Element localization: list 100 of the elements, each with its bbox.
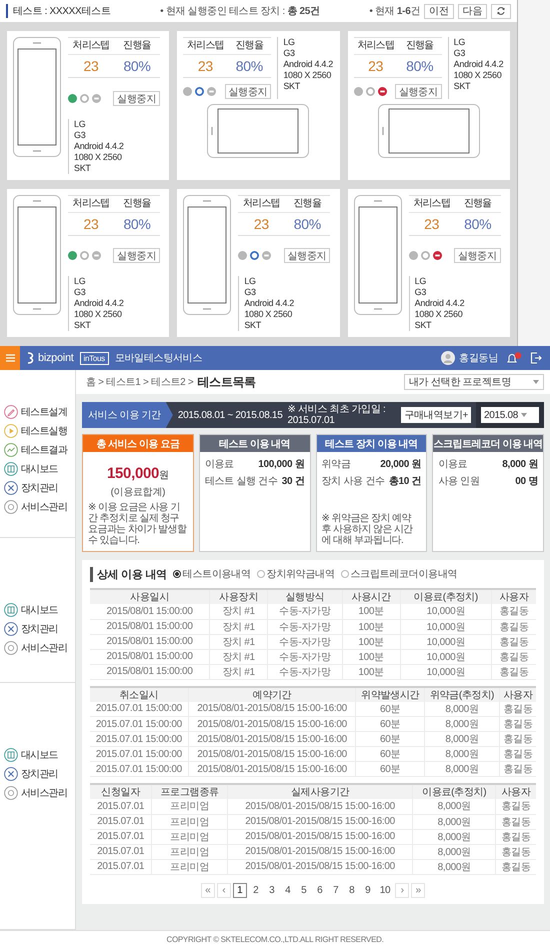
stop-button[interactable]: 실행중지 — [113, 248, 160, 264]
sidebar-item[interactable]: 장치관리 — [21, 766, 58, 780]
table-cell: 홍길동 — [492, 634, 536, 649]
device-spec: G3 — [454, 48, 466, 59]
sidebar-item[interactable]: 장치관리 — [21, 480, 58, 494]
history-button[interactable]: 구매내역보기+ — [401, 407, 471, 423]
tools-icon — [4, 622, 18, 636]
pause-status-icon[interactable] — [250, 251, 260, 260]
sidebar-item[interactable]: 테스트설계 — [21, 404, 68, 418]
table-header: 취소일시 — [90, 686, 188, 702]
table-cell: 8,000원 — [412, 799, 496, 814]
filter-radio[interactable]: 스크립트레코더이용내역 — [340, 567, 458, 581]
summary-label: 테스트 실행 건수 — [204, 475, 278, 488]
menu-button[interactable] — [0, 346, 20, 370]
summary-value: 20,000 원 — [380, 458, 422, 471]
table-cell: 프리미엄 — [152, 829, 228, 844]
device-spec: SKT — [414, 320, 432, 331]
period-label: 서비스 이용 기간 — [82, 402, 173, 428]
stop-button[interactable]: 실행중지 — [394, 84, 442, 99]
run-status-icon[interactable] — [183, 87, 192, 96]
table-cell: 홍길동 — [492, 664, 536, 679]
table-cell: 2015/08/01 15:00:00 — [90, 664, 210, 679]
page-button[interactable]: 1 — [232, 882, 247, 898]
run-status-icon[interactable] — [354, 87, 363, 96]
sidebar-item[interactable]: 서비스관리 — [21, 640, 68, 654]
pause-status-icon[interactable] — [80, 251, 89, 260]
caret-icon — [533, 380, 539, 384]
sidebar-item[interactable]: 서비스관리 — [21, 786, 68, 800]
stat-value: 23 — [82, 214, 100, 234]
stat-value: 23 — [82, 57, 100, 76]
device-spec: LG — [74, 118, 86, 130]
sidebar-item[interactable]: 테스트실행 — [21, 424, 68, 438]
table-cell: 8,000원 — [424, 716, 500, 732]
table-header: 위약금(추정치) — [424, 686, 500, 702]
table-cell: 2015/08/01-2015/08/15 15:00-16:00 — [227, 844, 413, 859]
logout-icon[interactable] — [530, 352, 542, 364]
run-status-icon[interactable] — [68, 94, 77, 103]
stat-value: 80% — [122, 57, 152, 76]
table-cell: 2015/08/01 15:00:00 — [90, 649, 210, 664]
device-spec: SKT — [454, 81, 472, 92]
sidebar-item[interactable]: 테스트결과 — [21, 442, 68, 456]
summary-value: 00 명 — [515, 475, 538, 488]
section-title: 상세 이용 내역 — [90, 566, 167, 582]
pause-status-icon[interactable] — [195, 87, 204, 96]
stat-value: 80% — [122, 214, 152, 234]
amount-caption: (이용료합계) — [110, 486, 166, 499]
device-spec: Android 4.4.2 — [244, 298, 295, 309]
table-header: 사용장치 — [210, 589, 268, 604]
filter-radio[interactable]: 테스트이용내역 — [172, 567, 251, 581]
stat-label: 처리스텝 — [183, 38, 228, 55]
filter-radio[interactable]: 장치위약금내역 — [256, 567, 335, 581]
run-status-icon[interactable] — [408, 251, 418, 260]
summary-title: 테스트 이용 내역 — [200, 435, 310, 452]
table-cell: 100분 — [342, 619, 400, 634]
running-count: • 현재 실행중인 테스트 장치 : 총 25건 — [159, 5, 321, 18]
run-status-icon[interactable] — [238, 251, 248, 260]
stop-button[interactable]: 실행중지 — [113, 90, 160, 106]
stat-label: 진행율 — [114, 38, 160, 55]
bell-icon[interactable] — [506, 352, 522, 364]
sidebar-item[interactable]: 대시보드 — [21, 462, 58, 476]
prev-page-button[interactable]: ‹ — [216, 882, 231, 898]
table-cell: 홍길동 — [496, 814, 536, 829]
project-select[interactable]: 내가 선택한 프로젝트명 — [404, 374, 544, 390]
last-page-button[interactable]: » — [411, 882, 426, 898]
table-cell: 100분 — [342, 634, 400, 649]
device-spec: LG — [414, 276, 428, 287]
month-select[interactable]: 2015.08 — [481, 407, 539, 423]
pause-status-icon[interactable] — [80, 94, 89, 103]
sidebar-item[interactable]: 서비스관리 — [21, 500, 68, 514]
table-cell: 60분 — [356, 762, 424, 776]
device-spec: Android 4.4.2 — [74, 298, 125, 309]
refresh-button[interactable] — [491, 4, 511, 18]
next-page-button[interactable]: › — [395, 882, 410, 898]
stop-button[interactable]: 실행중지 — [284, 248, 330, 264]
stat-value: 23 — [196, 57, 214, 76]
table-cell: 수동-자가망 — [268, 619, 342, 634]
stop-button[interactable]: 실행중지 — [454, 248, 501, 264]
table-cell: 2015/08/01-2015/08/15 15:00-16:00 — [188, 746, 356, 762]
table-cell: 홍길동 — [496, 859, 536, 874]
pager-button[interactable]: 이전 — [424, 4, 454, 18]
currency-unit: 원 — [159, 470, 169, 481]
first-page-button[interactable]: « — [200, 882, 215, 898]
table-cell: 2015.07.01 — [90, 814, 152, 829]
table-header: 사용자 — [500, 686, 536, 702]
device-spec: 1080 X 2560 — [244, 309, 294, 320]
summary-value: 100,000 원 — [258, 458, 304, 471]
sidebar-item[interactable]: 대시보드 — [21, 602, 58, 616]
stat-value: 80% — [405, 57, 434, 76]
run-status-icon[interactable] — [68, 251, 77, 260]
pager-button[interactable]: 다음 — [458, 4, 487, 18]
sidebar-item[interactable]: 대시보드 — [21, 748, 58, 762]
table-cell: 프리미엄 — [152, 844, 228, 859]
stop-button[interactable]: 실행중지 — [224, 84, 272, 99]
stop-status-icon[interactable] — [432, 251, 442, 260]
table-header: 신청일자 — [90, 784, 152, 799]
sidebar-item[interactable]: 장치관리 — [21, 622, 58, 636]
table-cell: 100분 — [342, 649, 400, 664]
table-cell: 2015/08/01-2015/08/15 15:00-16:00 — [227, 829, 413, 844]
stop-status-icon[interactable] — [378, 87, 387, 96]
chart-icon — [4, 442, 18, 456]
